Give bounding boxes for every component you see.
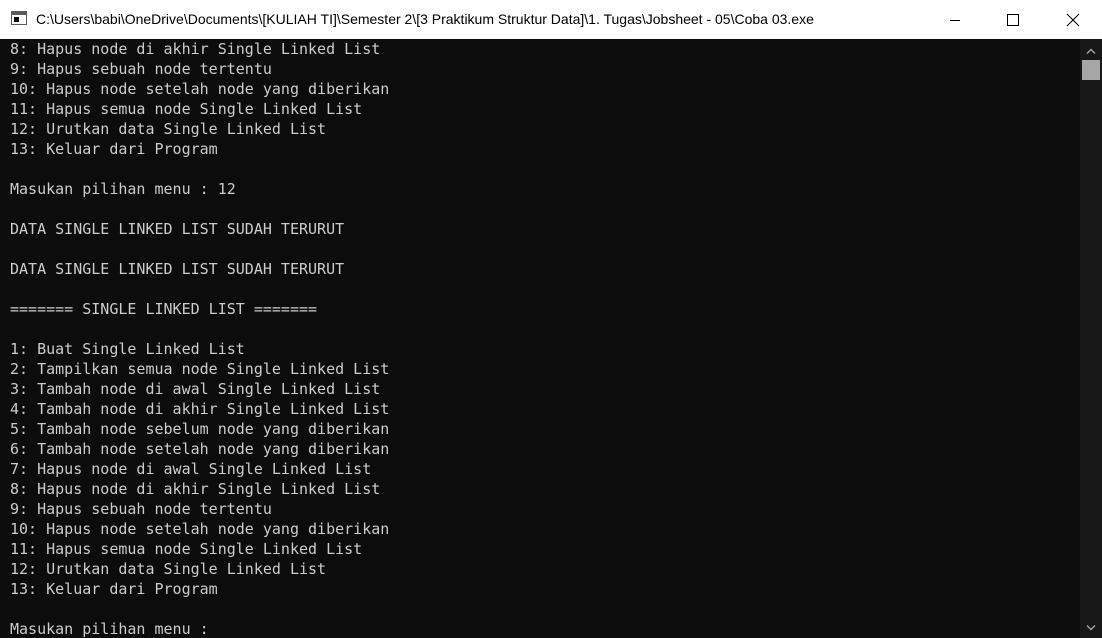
console-line: 1: Buat Single Linked List: [10, 340, 245, 358]
vertical-scrollbar[interactable]: [1080, 39, 1102, 638]
scroll-up-button[interactable]: [1080, 42, 1102, 60]
maximize-icon: [1007, 13, 1019, 26]
console-line: DATA SINGLE LINKED LIST SUDAH TERURUT: [10, 260, 345, 278]
console-line: ======= SINGLE LINKED LIST =======: [10, 300, 318, 318]
console-line: 13: Keluar dari Program: [10, 140, 218, 158]
console-line: 12: Urutkan data Single Linked List: [10, 560, 327, 578]
console-window: C:\Users\babi\OneDrive\Documents\[KULIAH…: [0, 0, 1102, 638]
console-line: 11: Hapus semua node Single Linked List: [10, 540, 363, 558]
maximize-button[interactable]: [984, 0, 1042, 39]
console-line: 11: Hapus semua node Single Linked List: [10, 100, 363, 118]
console-line: 5: Tambah node sebelum node yang diberik…: [10, 420, 390, 438]
console-line: 9: Hapus sebuah node tertentu: [10, 60, 272, 78]
console-line: Masukan pilihan menu :: [10, 620, 209, 638]
console-line: 7: Hapus node di awal Single Linked List: [10, 460, 372, 478]
console-line: Masukan pilihan menu : 12: [10, 180, 236, 198]
chevron-up-icon: [1086, 48, 1096, 54]
minimize-icon: [950, 19, 960, 21]
console-app-icon[interactable]: [11, 11, 27, 25]
console-line: 10: Hapus node setelah node yang diberik…: [10, 80, 390, 98]
console-line: 9: Hapus sebuah node tertentu: [10, 500, 272, 518]
scroll-down-button[interactable]: [1080, 619, 1102, 637]
console-line: 3: Tambah node di awal Single Linked Lis…: [10, 380, 381, 398]
scroll-thumb[interactable]: [1082, 60, 1100, 80]
close-icon: [1066, 13, 1080, 26]
close-button[interactable]: [1044, 0, 1102, 39]
window-title: C:\Users\babi\OneDrive\Documents\[KULIAH…: [36, 11, 814, 27]
console-line: 13: Keluar dari Program: [10, 580, 218, 598]
console-output[interactable]: 8: Hapus node di akhir Single Linked Lis…: [10, 39, 1078, 638]
title-bar[interactable]: C:\Users\babi\OneDrive\Documents\[KULIAH…: [0, 0, 1102, 39]
console-line: 10: Hapus node setelah node yang diberik…: [10, 520, 390, 538]
console-line: 4: Tambah node di akhir Single Linked Li…: [10, 400, 390, 418]
console-line: 12: Urutkan data Single Linked List: [10, 120, 327, 138]
console-line: 6: Tambah node setelah node yang diberik…: [10, 440, 390, 458]
console-line: 8: Hapus node di akhir Single Linked Lis…: [10, 480, 381, 498]
console-line: 8: Hapus node di akhir Single Linked Lis…: [10, 40, 381, 58]
console-line: DATA SINGLE LINKED LIST SUDAH TERURUT: [10, 220, 345, 238]
console-line: 2: Tampilkan semua node Single Linked Li…: [10, 360, 390, 378]
chevron-down-icon: [1086, 625, 1096, 631]
minimize-button[interactable]: [926, 0, 984, 39]
